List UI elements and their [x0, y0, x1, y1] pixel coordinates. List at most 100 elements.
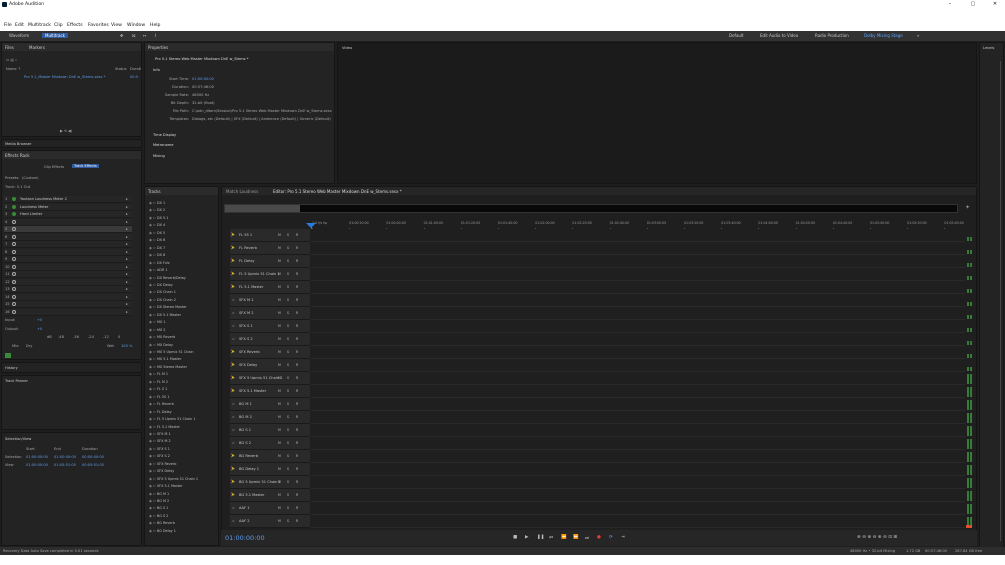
track-name[interactable]: FL Delay [239, 259, 255, 263]
info-section[interactable]: Info [153, 68, 160, 72]
tracks-list-item[interactable]: ◉ ⇔ BG Reverb [149, 521, 175, 525]
visibility-eye-icon[interactable]: ◉ ⇔ [149, 208, 157, 212]
track-name[interactable]: FL Reverb [239, 246, 257, 250]
tracks-list-item[interactable]: ◉ ⇔ ADR 1 [149, 268, 168, 272]
play-icon[interactable]: ▶ [525, 535, 528, 540]
track-lane[interactable] [311, 281, 965, 294]
workspace-dolby-mixing-stage[interactable]: Dolby Mixing Stage [864, 33, 903, 38]
solo-button[interactable]: S [287, 519, 289, 523]
visibility-eye-icon[interactable]: ◉ ⇔ [149, 276, 157, 280]
effect-slot[interactable]: 2 Loudness Meter ▸ [4, 203, 132, 211]
visibility-eye-icon[interactable]: ◉ ⇔ [149, 268, 157, 272]
slot-power-icon[interactable] [12, 234, 16, 239]
tracks-list-item[interactable]: ◉ ⇔ FL M 2 [149, 380, 168, 384]
slot-menu-icon[interactable]: ▸ [126, 220, 128, 224]
collapse-icon[interactable]: ⇔ [232, 298, 235, 302]
solo-button[interactable]: S [287, 272, 289, 276]
effect-slot[interactable]: 9 ▸ [4, 256, 132, 263]
tracks-list-item[interactable]: ◉ ⇔ DX 6 [149, 238, 165, 242]
visibility-eye-icon[interactable]: ◉ ⇔ [149, 417, 157, 421]
pause-icon[interactable]: ❚❚ [537, 535, 545, 540]
solo-button[interactable]: S [287, 467, 289, 471]
track-lane[interactable] [311, 255, 965, 268]
track-header[interactable]: ⇔ ⮞ BG 5.1 Master M S R [230, 489, 310, 502]
track-header[interactable]: ⇔ ⮞ BG Delay 1MSR [230, 463, 310, 476]
mute-button[interactable]: M [278, 454, 281, 458]
track-lane[interactable] [311, 398, 965, 411]
collapse-icon[interactable]: ⇔ [232, 337, 235, 341]
tracks-list-item[interactable]: ◉ ⇔ FL 5.1 Master [149, 425, 180, 429]
visibility-eye-icon[interactable]: ◉ ⇔ [149, 343, 157, 347]
tracks-list-item[interactable]: ◉ ⇔ FL S 1 [149, 387, 167, 391]
slot-power-icon[interactable] [12, 242, 16, 246]
track-header[interactable]: ⇔ ⮞ SFX 5.1 Master M S R [230, 385, 310, 398]
tracks-list-item[interactable]: ◉ ⇔ BG S 2 [149, 514, 168, 518]
track-lane[interactable] [311, 346, 965, 359]
slot-power-icon[interactable] [12, 272, 16, 276]
track-lane[interactable] [311, 242, 965, 255]
menu-multitrack[interactable]: Multitrack [28, 23, 51, 28]
collapse-icon[interactable]: ⇔ [232, 402, 235, 406]
mute-button[interactable]: M [278, 402, 281, 406]
tracks-list-item[interactable]: ◉ ⇔ SFX S 2 [149, 454, 170, 458]
multitrack-button[interactable]: Multitrack [42, 33, 68, 38]
history-tab[interactable]: History [5, 366, 18, 370]
visibility-eye-icon[interactable]: ◉ ⇔ [149, 320, 157, 324]
tracks-list-item[interactable]: ◉ ⇔ BG S 1 [149, 506, 168, 510]
play-icon[interactable]: ▶ ⟲ ◀) [60, 129, 72, 133]
view-start[interactable]: 01:00:00:00 [26, 463, 48, 467]
tracks-list-item[interactable]: ◉ ⇔ DX 5.1 [149, 216, 168, 220]
track-lane[interactable] [311, 320, 965, 333]
effect-slot[interactable]: 6 ▸ [4, 233, 132, 241]
track-lane[interactable] [311, 515, 965, 528]
mute-button[interactable]: M [278, 415, 281, 419]
move-tool-icon[interactable]: ✥ [120, 33, 123, 38]
visibility-eye-icon[interactable]: ◉ ⇔ [149, 380, 157, 384]
track-header[interactable]: ⇔ ⮞ FL 5.1 Master M S R [230, 281, 310, 294]
solo-button[interactable]: S [287, 376, 289, 380]
track-header[interactable]: ⇔ AAF 1 M S R [230, 502, 310, 515]
effect-slot[interactable]: 3 Hard Limiter ▸ [4, 211, 132, 218]
visibility-eye-icon[interactable]: ◉ ⇔ [149, 499, 157, 503]
track-name[interactable]: SFX Delay [239, 363, 257, 367]
visibility-eye-icon[interactable]: ◉ ⇔ [149, 313, 157, 317]
effect-slot[interactable]: 15 ▸ [4, 301, 132, 308]
track-name[interactable]: SFX Reverb [239, 350, 260, 354]
visibility-eye-icon[interactable]: ◉ ⇔ [149, 477, 157, 481]
arm-button[interactable]: R [296, 493, 298, 497]
col-name[interactable]: Name ↑ [6, 67, 21, 71]
mute-button[interactable]: M [278, 337, 281, 341]
track-name[interactable]: BG Delay 1 [239, 467, 259, 471]
tracks-list-item[interactable]: ◉ ⇔ FL M 1 [149, 372, 168, 376]
slot-menu-icon[interactable]: ▸ [126, 227, 128, 231]
track-header[interactable]: ⇔ BG S 2 M S R [230, 437, 310, 450]
effect-slot[interactable]: 7 ▸ [4, 241, 132, 248]
overview-bar[interactable] [224, 204, 958, 213]
mute-button[interactable]: M [278, 389, 281, 393]
slot-power-icon[interactable] [12, 249, 16, 254]
track-header[interactable]: ⇔ BG M 2 M S R [230, 411, 310, 424]
visibility-eye-icon[interactable]: ◉ ⇔ [149, 201, 157, 205]
slot-power-icon[interactable] [12, 264, 16, 269]
razor-tool-icon[interactable]: ⟗ [132, 33, 136, 38]
track-name[interactable]: BG Reverb [239, 454, 258, 458]
visibility-eye-icon[interactable]: ◉ ⇔ [149, 462, 157, 466]
menu-window[interactable]: Window [127, 23, 145, 28]
record-icon[interactable]: ● [597, 535, 601, 540]
mute-button[interactable]: M [278, 363, 281, 367]
mute-button[interactable]: M [278, 246, 281, 250]
solo-button[interactable]: S [287, 363, 289, 367]
tracks-list-item[interactable]: ◉ ⇔ MX Delay [149, 343, 173, 347]
current-timecode[interactable]: 01:00:00:00 [225, 534, 265, 542]
visibility-eye-icon[interactable]: ◉ ⇔ [149, 372, 157, 376]
input-gain[interactable]: +0 [37, 318, 42, 322]
mute-button[interactable]: M [278, 480, 281, 484]
visibility-eye-icon[interactable]: ◉ ⇔ [149, 492, 157, 496]
power-toggle-icon[interactable] [5, 353, 11, 358]
mixing-section[interactable]: Mixing [153, 154, 165, 158]
slot-power-icon[interactable] [12, 197, 16, 201]
tracks-list-item[interactable]: ◉ ⇔ DX 5 [149, 231, 165, 235]
tracks-list-item[interactable]: ◉ ⇔ FL 5 Upmix 51 Chain 1 [149, 417, 195, 421]
tracks-list-item[interactable]: ◉ ⇔ MX 2 [149, 328, 165, 332]
track-lane[interactable] [311, 489, 965, 502]
